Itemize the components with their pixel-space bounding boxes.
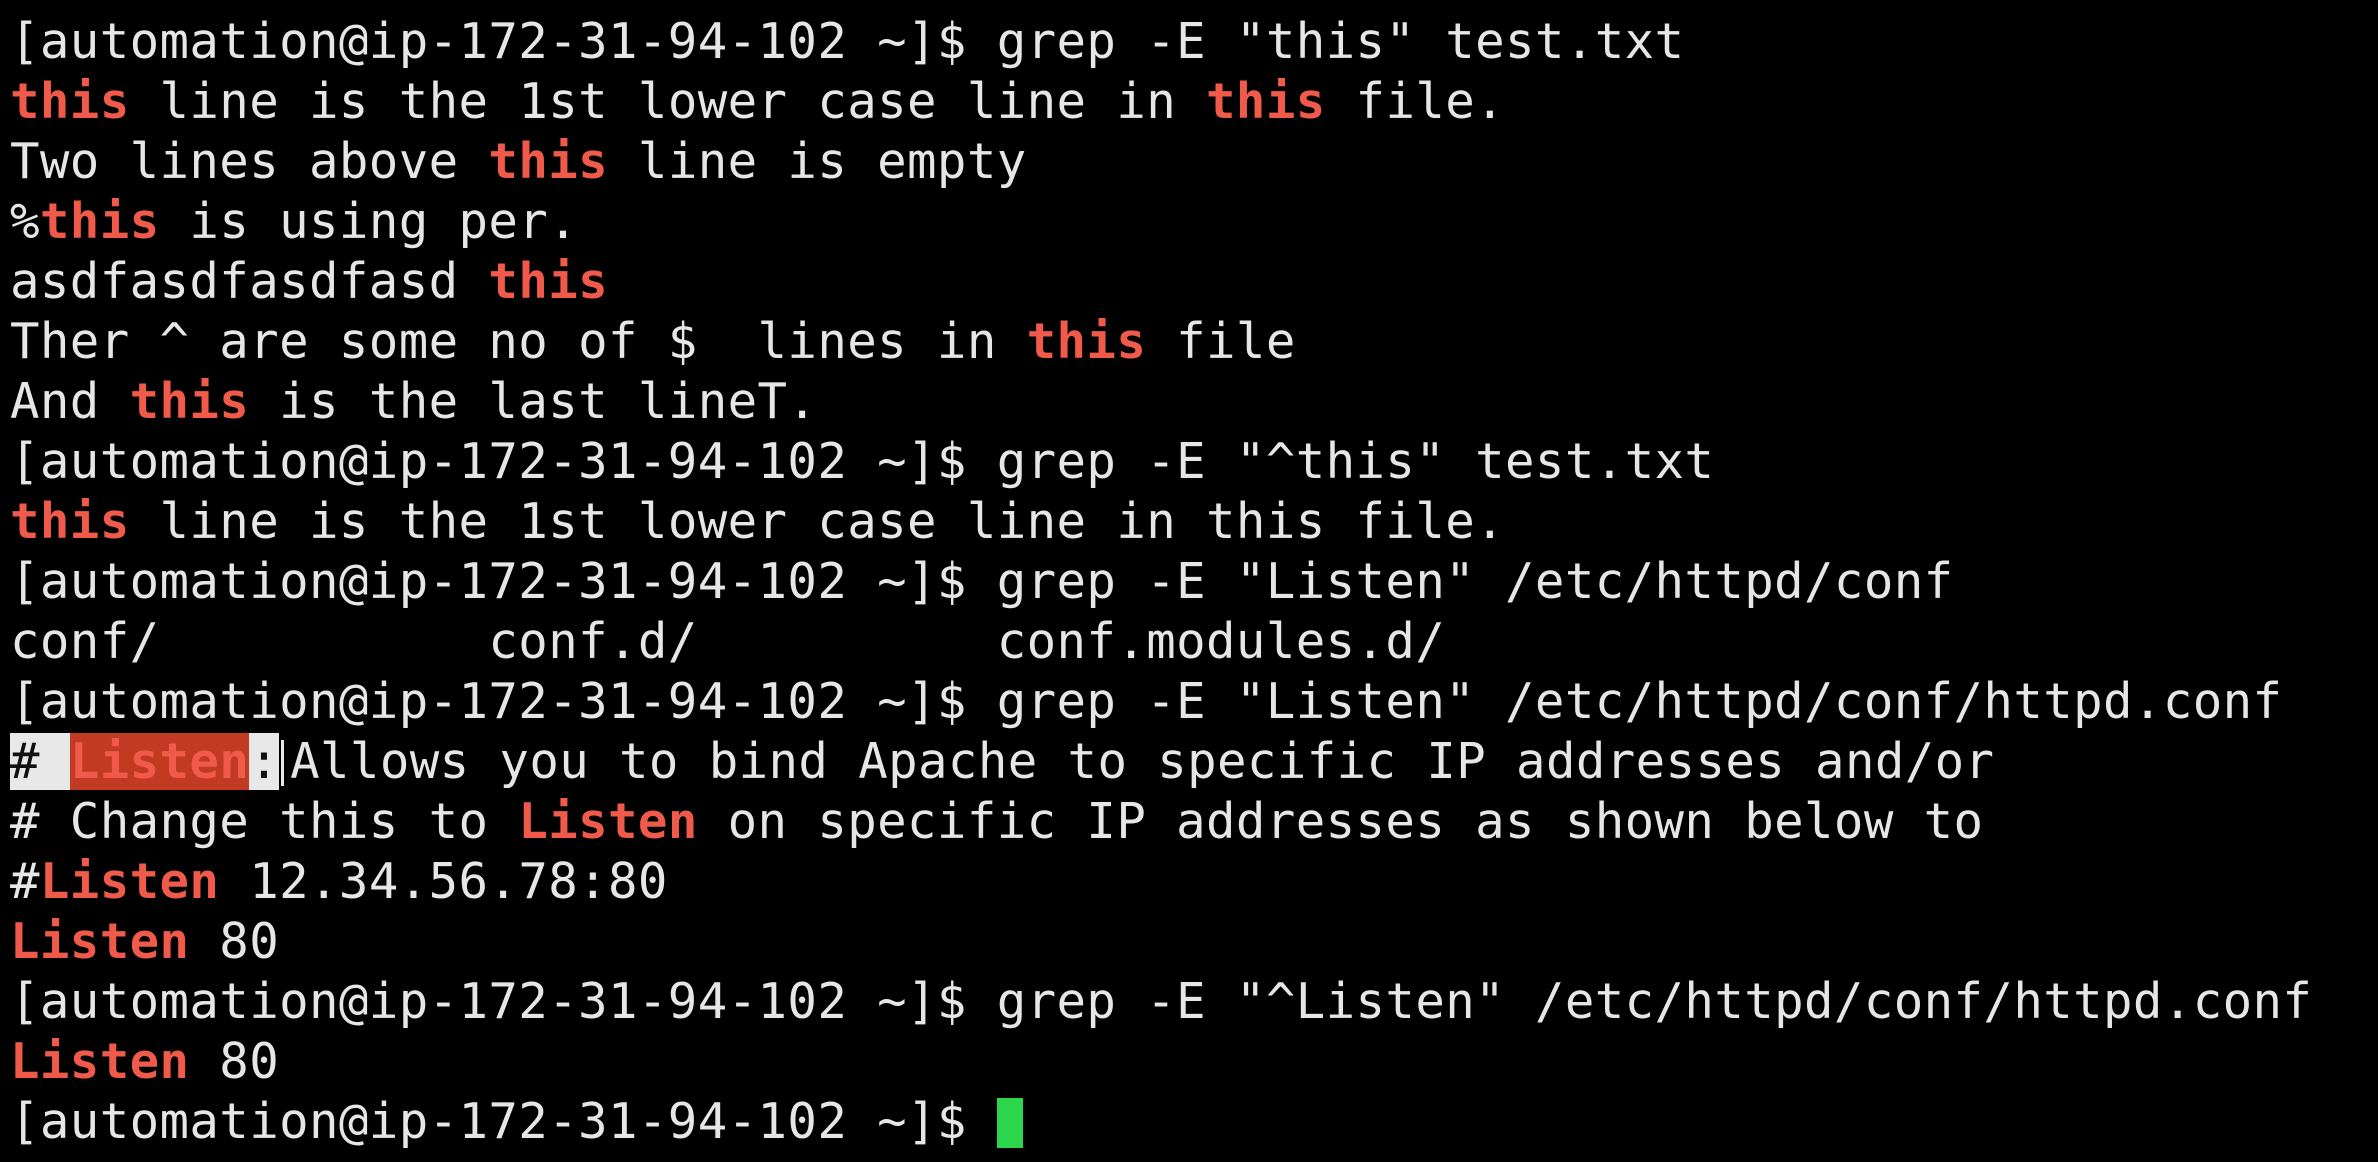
output-line: Listen 80 — [10, 912, 2378, 972]
match-highlight: this — [488, 133, 609, 190]
output-text: [automation@ip-172-31-94-102 ~]$ grep -E… — [10, 433, 1715, 490]
output-line: [automation@ip-172-31-94-102 ~]$ grep -E… — [10, 552, 2378, 612]
match-highlight: this — [1026, 313, 1147, 370]
output-text: [automation@ip-172-31-94-102 ~]$ grep -E… — [10, 673, 2283, 730]
output-text: # — [10, 853, 40, 910]
output-line: %this is using per. — [10, 192, 2378, 252]
output-line: #Listen 12.34.56.78:80 — [10, 852, 2378, 912]
output-line: And this is the last lineT. — [10, 372, 2378, 432]
match-highlight: this — [488, 253, 609, 310]
output-text: And — [10, 373, 130, 430]
output-text: conf/ conf.d/ conf.modules.d/ — [10, 613, 1446, 670]
output-text: % — [10, 193, 40, 250]
terminal-output: [automation@ip-172-31-94-102 ~]$ grep -E… — [10, 12, 2378, 1092]
match-highlight: Listen — [39, 853, 220, 910]
output-text: asdfasdfasdfasd — [10, 253, 489, 310]
match-highlight: this — [10, 73, 130, 130]
match-highlight: Listen — [10, 1033, 190, 1090]
output-text: 80 — [189, 913, 280, 970]
output-line: conf/ conf.d/ conf.modules.d/ — [10, 612, 2378, 672]
output-line: [automation@ip-172-31-94-102 ~]$ grep -E… — [10, 12, 2378, 72]
match-highlight: this — [10, 493, 130, 550]
text-cursor — [996, 1098, 1023, 1148]
selected-text: : — [249, 733, 280, 790]
output-text: is using per. — [159, 193, 579, 250]
match-highlight: Listen — [518, 793, 698, 850]
output-text: Allows you to bind Apache to specific IP… — [290, 733, 1995, 790]
match-highlight: this — [129, 373, 250, 430]
output-line: [automation@ip-172-31-94-102 ~]$ grep -E… — [10, 672, 2378, 732]
match-highlight: Listen — [10, 913, 190, 970]
output-text: [automation@ip-172-31-94-102 ~]$ grep -E… — [10, 553, 1954, 610]
shell-prompt: [automation@ip-172-31-94-102 ~]$ — [10, 1093, 997, 1150]
match-highlight: this — [39, 193, 160, 250]
output-text: Ther ^ are some no of $ lines in — [10, 313, 1027, 370]
match-highlight: this — [1206, 73, 1326, 130]
output-line: # Listen: Allows you to bind Apache to sp… — [10, 732, 2378, 792]
selected-text: # — [10, 733, 70, 790]
prompt-line[interactable]: [automation@ip-172-31-94-102 ~]$ — [10, 1092, 2378, 1152]
output-line: # Change this to Listen on specific IP a… — [10, 792, 2378, 852]
terminal-window[interactable]: [automation@ip-172-31-94-102 ~]$ grep -E… — [0, 0, 2378, 1162]
output-line: Ther ^ are some no of $ lines in this fi… — [10, 312, 2378, 372]
output-text: 12.34.56.78:80 — [219, 853, 668, 910]
output-text: file — [1146, 313, 1296, 370]
output-text: [automation@ip-172-31-94-102 ~]$ grep -E… — [10, 973, 2313, 1030]
output-text: line is empty — [608, 133, 1027, 190]
selected-match-highlight: Listen — [69, 733, 250, 790]
output-line: [automation@ip-172-31-94-102 ~]$ grep -E… — [10, 432, 2378, 492]
output-text: line is the 1st lower case line in this … — [129, 493, 1506, 550]
output-line: this line is the 1st lower case line in … — [10, 72, 2378, 132]
output-text: line is the 1st lower case line in — [129, 73, 1207, 130]
output-text: Two lines above — [10, 133, 489, 190]
output-line: Two lines above this line is empty — [10, 132, 2378, 192]
output-line: Listen 80 — [10, 1032, 2378, 1092]
output-text: [automation@ip-172-31-94-102 ~]$ grep -E… — [10, 13, 1685, 70]
output-text: is the last lineT. — [249, 373, 818, 430]
output-text: file. — [1325, 73, 1506, 130]
output-text: # Change this to — [10, 793, 519, 850]
output-line: [automation@ip-172-31-94-102 ~]$ grep -E… — [10, 972, 2378, 1032]
output-line: asdfasdfasdfasd this — [10, 252, 2378, 312]
text-caret — [281, 740, 285, 786]
output-line: this line is the 1st lower case line in … — [10, 492, 2378, 552]
output-text: on specific IP addresses as shown below … — [697, 793, 1984, 850]
output-text: 80 — [189, 1033, 280, 1090]
